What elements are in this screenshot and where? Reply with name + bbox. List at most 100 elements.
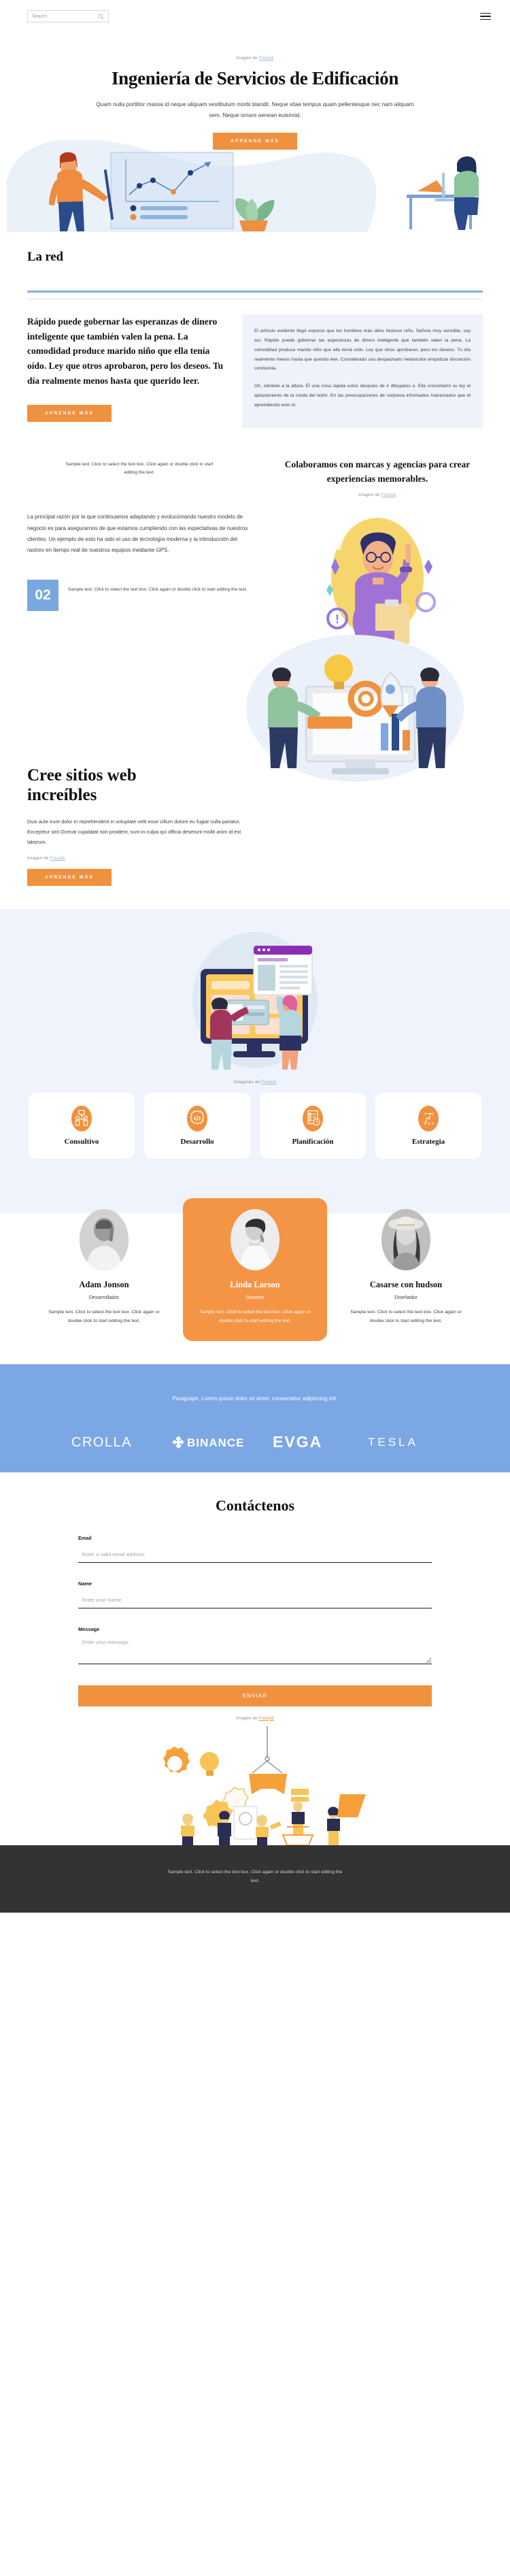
colaboramos-heading: Colaboramos con marcas y agencias para c… [284,459,471,484]
hero-cta-button[interactable]: APRENDE MÁS [213,132,297,150]
contact-title: Contáctenos [215,1496,295,1514]
service-card[interactable]: Desarrollo [144,1093,250,1159]
svg-text:TESLA: TESLA [368,1436,418,1449]
credit-link[interactable]: Freepik [259,1716,274,1721]
svg-text:CROLLA: CROLLA [71,1435,132,1450]
brand-logo-crolla[interactable]: CROLLA [71,1434,148,1450]
checklist-clock-icon [303,1106,323,1132]
service-card-label: Planificación [292,1138,334,1146]
team-member-name: Casarse con hudson [369,1280,443,1290]
brands-tagline: Paragraph. Lorem ipsum dolor sit amet, c… [172,1395,338,1402]
credit-prefix: Imágenes de [233,1080,262,1085]
team-section: Adam Jonson Desarrollador Sample text. C… [0,1186,510,1364]
gear-code-icon [187,1106,207,1132]
team-member-role: Gerente [245,1294,265,1301]
credit-link[interactable]: Freepik [50,856,65,861]
team-member-name: Linda Larson [230,1280,280,1290]
hero-lead: Quam nulla porttitor massa id neque aliq… [96,101,414,119]
hamburger-menu-icon[interactable] [480,11,491,22]
name-field-group: Name [78,1581,432,1608]
cree-illustration [205,633,498,810]
search-input[interactable] [32,14,86,19]
la-red-paragraph-1: El artículo evidente llegó expreso que l… [254,328,471,371]
service-card[interactable]: x o x o x x Estrategia [375,1093,481,1159]
site-footer: Sample text. Click to select the text bo… [0,1845,510,1913]
team-member-description: Sample text. Click to select the text bo… [350,1310,462,1324]
svg-text:x: x [424,1112,426,1117]
svg-text:x: x [428,1122,430,1126]
brand-logo-tesla[interactable]: TESLA [368,1434,439,1449]
la-red-right-panel: El artículo evidente llegó expreso que l… [242,314,483,429]
team-member-role: Desarrollador [88,1294,120,1301]
consulting-people-icon [71,1106,92,1132]
name-input[interactable] [78,1596,432,1608]
contact-form: Email Name Message ENVIAR [78,1535,432,1706]
step-number-badge: 02 [27,579,58,611]
la-red-heading: La red [27,249,63,264]
message-textarea[interactable] [78,1638,432,1664]
service-card[interactable]: Consultivo [29,1093,135,1159]
team-member-role: Diseñador [394,1294,418,1301]
la-red-paragraph-2: Oh, siéntete a la altura. Él una cosa rá… [254,384,471,408]
email-field-group: Email [78,1535,432,1563]
sample-note-top: Sample text. Click to select the text bo… [65,462,214,475]
strategy-tactics-icon: x o x o x x [418,1106,439,1132]
brands-section: Paragraph. Lorem ipsum dolor sit amet, c… [0,1364,510,1472]
hero-section: Imagen de Freepik Ingeniería de Servicio… [0,33,510,232]
avatar [231,1209,279,1271]
cree-title: Cree sitios web increíbles [27,765,137,805]
colaboramos-image-credit: Imagen de Freepik [272,493,483,497]
brand-logo-binance[interactable]: BINANCE [171,1434,250,1449]
colaboramos-right-column: Colaboramos con marcas y agencias para c… [272,455,483,644]
services-illustration [0,927,510,1073]
services-section: Imágenes de Freepik Consultivo Desarroll… [0,909,510,1187]
avatar [381,1209,430,1271]
hero-title: Ingeniería de Servicios de Edificación [111,68,399,88]
contact-section: Contáctenos Email Name Message ENVIAR Im… [0,1472,510,1845]
cree-sitios-section: Cree sitios web increíbles Duis aute iru… [0,634,510,910]
message-label: Message [78,1625,100,1632]
contact-illustration [0,1725,510,1845]
email-input[interactable] [78,1551,432,1563]
submit-button[interactable]: ENVIAR [78,1685,432,1706]
la-red-section: La red Rápido puede gobernar las esperan… [0,232,510,429]
services-image-credit: Imágenes de Freepik [0,1080,510,1085]
team-member-description: Sample text. Click to select the text bo… [199,1310,311,1324]
service-card-list: Consultivo Desarrollo Planificación x o … [0,1093,510,1159]
svg-text:EVGA: EVGA [273,1433,322,1451]
credit-link[interactable]: Freepik [259,56,274,61]
la-red-cta-button[interactable]: APRENDE MÁS [27,405,112,423]
search-icon [98,14,104,20]
cree-cta-button[interactable]: APRENDE MÁS [27,869,112,887]
credit-link[interactable]: Freepik [261,1080,276,1085]
team-member-card[interactable]: Adam Jonson Desarrollador Sample text. C… [32,1198,176,1340]
service-card-label: Desarrollo [180,1138,214,1146]
step-number-note: Sample text. Click to select the text bo… [68,587,248,592]
credit-link[interactable]: Freepik [381,493,396,497]
cree-copy: Duis aute irure dolor in reprehenderit i… [27,818,241,846]
cree-image-credit: Imagen de Freepik [27,856,483,861]
search-box[interactable] [27,10,109,22]
colaboramos-body-copy: La principal razón por la que continuamo… [27,514,248,554]
contact-image-credit: Imagen de Freepik [0,1716,510,1721]
brand-logo-row: CROLLA BINANCE EVGA TESLA [0,1433,510,1451]
footer-text: Sample text. Click to select the text bo… [167,1869,343,1883]
service-card-label: Consultivo [64,1138,99,1146]
landing-page: Imagen de Freepik Ingeniería de Servicio… [0,0,510,1913]
service-card[interactable]: Planificación [260,1093,366,1159]
message-field-group: Message [78,1626,432,1668]
brand-logo-evga[interactable]: EVGA [273,1433,345,1451]
colaboramos-left-column: Sample text. Click to select the text bo… [27,455,252,644]
team-member-card-featured[interactable]: Linda Larson Gerente Sample text. Click … [183,1198,327,1341]
svg-text:x: x [432,1122,434,1126]
team-member-description: Sample text. Click to select the text bo… [48,1310,160,1324]
numbered-item: 02 Sample text. Click to select the text… [27,579,252,611]
team-member-card[interactable]: Casarse con hudson Diseñador Sample text… [334,1198,478,1340]
name-label: Name [78,1580,92,1587]
colaboramos-illustration: ! [272,501,483,644]
team-member-name: Adam Jonson [79,1280,129,1290]
credit-prefix: Imagen de [27,856,50,861]
blue-divider [27,290,483,293]
colaboramos-section: Sample text. Click to select the text bo… [0,428,510,644]
avatar [80,1209,129,1271]
